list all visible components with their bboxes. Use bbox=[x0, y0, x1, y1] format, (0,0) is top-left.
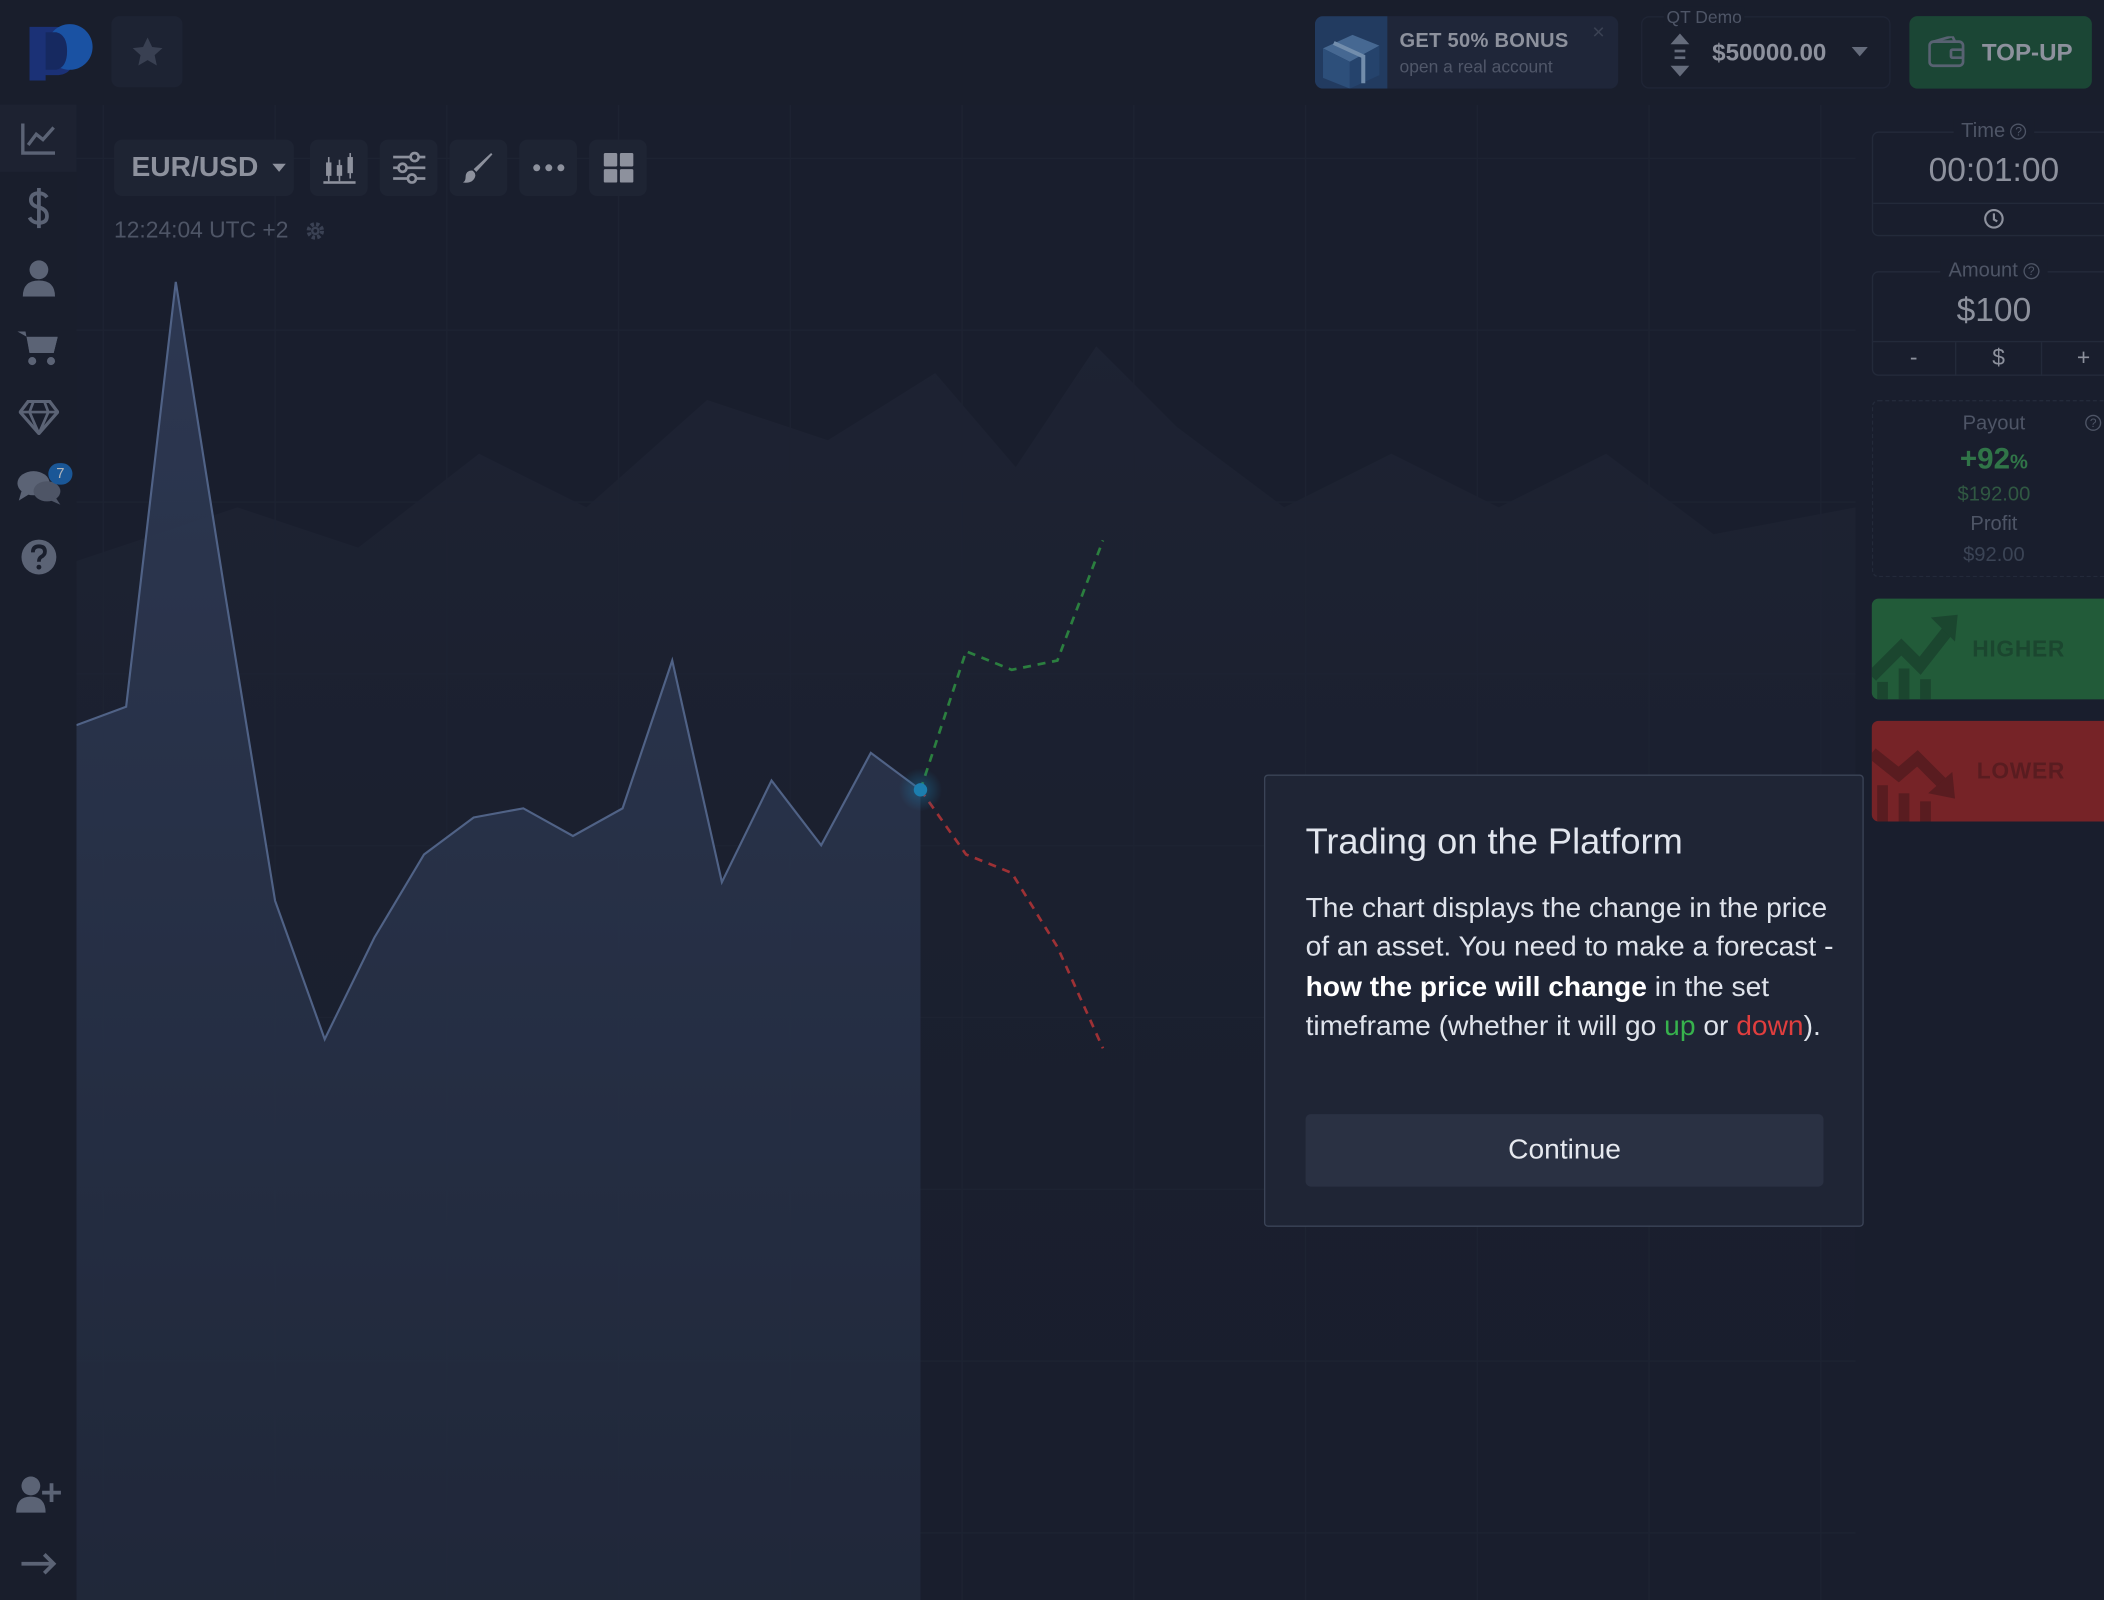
dialog-text-bold: how the price will change bbox=[1305, 971, 1647, 1003]
dialog-body: The chart displays the change in the pri… bbox=[1306, 889, 1836, 1046]
dialog-text-part-1: The chart displays the change in the pri… bbox=[1305, 892, 1834, 963]
continue-button[interactable]: Continue bbox=[1305, 1114, 1824, 1187]
dialog-text-part-3: or bbox=[1695, 1010, 1737, 1042]
tutorial-dialog: Trading on the Platform The chart displa… bbox=[1263, 774, 1864, 1227]
dialog-text-down: down bbox=[1736, 1010, 1804, 1042]
dialog-title: Trading on the Platform bbox=[1305, 821, 1683, 862]
dialog-text-part-4: ). bbox=[1803, 1010, 1821, 1042]
trading-screen: GET 50% BONUS open a real account × QT D… bbox=[0, 0, 2104, 1600]
dialog-text-up: up bbox=[1664, 1010, 1696, 1042]
